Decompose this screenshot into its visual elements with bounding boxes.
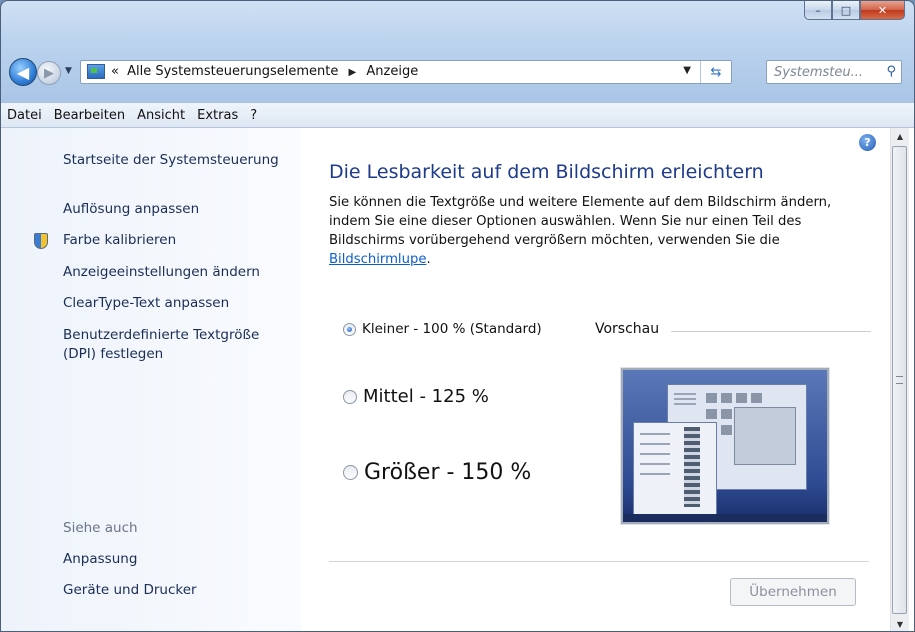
menu-view[interactable]: Ansicht <box>131 108 191 123</box>
navigation-bar: ◀ ▶ ▼ « Alle Systemsteuerungselemente ▶ … <box>7 57 907 87</box>
search-input[interactable]: Systemsteu... <box>774 65 863 80</box>
scroll-thumb[interactable] <box>892 146 907 614</box>
refresh-icon: ⇆ <box>710 64 722 80</box>
vertical-scrollbar[interactable]: ▲ ▼ <box>890 128 909 631</box>
description-end: . <box>426 252 431 267</box>
radio-smaller[interactable] <box>343 322 356 336</box>
page-description: Sie können die Textgröße und weitere Ele… <box>329 193 874 269</box>
task-pane: Startseite der Systemsteuerung Auflösung… <box>1 128 301 631</box>
sidebar-link-calibrate-color[interactable]: Farbe kalibrieren <box>63 232 176 248</box>
radio-larger[interactable] <box>343 465 358 480</box>
menu-help[interactable]: ? <box>244 108 263 123</box>
sidebar-link-custom-dpi[interactable]: Benutzerdefinierte Textgröße <box>63 327 259 343</box>
breadcrumb-item-display[interactable]: Anzeige <box>366 64 418 79</box>
sidebar-link-custom-dpi-line2[interactable]: (DPI) festlegen <box>63 346 163 362</box>
content-area: Startseite der Systemsteuerung Auflösung… <box>1 128 914 631</box>
option-larger[interactable]: Größer - 150 % <box>343 460 531 485</box>
arrow-left-icon: ◀ <box>16 62 30 82</box>
menu-bar: Datei Bearbeiten Ansicht Extras ? <box>1 103 914 128</box>
menu-extras[interactable]: Extras <box>191 108 244 123</box>
option-medium[interactable]: Mittel - 125 % <box>343 386 489 407</box>
option-smaller[interactable]: Kleiner - 100 % (Standard) <box>343 321 542 337</box>
forward-button[interactable]: ▶ <box>37 61 61 85</box>
menu-edit[interactable]: Bearbeiten <box>48 108 131 123</box>
option-smaller-label[interactable]: Kleiner - 100 % (Standard) <box>362 321 542 337</box>
magnifier-link[interactable]: Bildschirmlupe <box>329 252 426 267</box>
sidebar-link-personalization[interactable]: Anpassung <box>63 551 137 567</box>
back-button[interactable]: ◀ <box>9 58 37 86</box>
scroll-down-icon[interactable]: ▼ <box>891 616 909 631</box>
page-title: Die Lesbarkeit auf dem Bildschirm erleic… <box>329 161 764 183</box>
footer-divider <box>329 561 869 562</box>
breadcrumb-item-all-items[interactable]: Alle Systemsteuerungselemente <box>127 64 338 79</box>
main-panel: Die Lesbarkeit auf dem Bildschirm erleic… <box>301 128 891 631</box>
caption-buttons: – □ ✕ <box>804 1 905 21</box>
apply-button[interactable]: Übernehmen <box>730 578 856 606</box>
control-panel-icon <box>87 64 105 79</box>
search-box[interactable]: Systemsteu... ⚲ <box>766 60 902 84</box>
recent-pages-dropdown-icon[interactable]: ▼ <box>65 66 72 76</box>
see-also-heading: Siehe auch <box>63 520 138 536</box>
description-text: Sie können die Textgröße und weitere Ele… <box>329 195 832 248</box>
menu-file[interactable]: Datei <box>1 108 48 123</box>
help-icon[interactable]: ? <box>859 134 876 151</box>
maximize-button[interactable]: □ <box>832 1 860 20</box>
grip-icon <box>896 376 903 384</box>
address-bar[interactable]: « Alle Systemsteuerungselemente ▶ Anzeig… <box>80 60 732 84</box>
sidebar-link-change-display-settings[interactable]: Anzeigeeinstellungen ändern <box>63 264 260 280</box>
sidebar-link-adjust-resolution[interactable]: Auflösung anpassen <box>63 201 199 217</box>
sidebar-link-control-panel-home[interactable]: Startseite der Systemsteuerung <box>63 152 279 168</box>
search-icon[interactable]: ⚲ <box>886 64 896 79</box>
option-medium-label[interactable]: Mittel - 125 % <box>363 386 489 407</box>
scroll-up-icon[interactable]: ▲ <box>891 128 909 145</box>
control-panel-window: – □ ✕ ◀ ▶ ▼ « Alle Systemsteuerungseleme… <box>0 0 915 632</box>
sidebar-link-devices-printers[interactable]: Geräte und Drucker <box>63 582 197 598</box>
preview-taskbar <box>623 514 827 522</box>
arrow-right-icon: ▶ <box>44 65 54 81</box>
preview-image <box>621 368 829 524</box>
close-button[interactable]: ✕ <box>860 1 905 20</box>
preview-window-front <box>633 422 717 516</box>
uac-shield-icon <box>34 233 48 249</box>
address-dropdown-icon[interactable]: ▼ <box>683 65 691 76</box>
sidebar-link-adjust-cleartype[interactable]: ClearType-Text anpassen <box>63 295 229 311</box>
radio-medium[interactable] <box>343 389 357 404</box>
preview-divider <box>671 331 871 332</box>
minimize-button[interactable]: – <box>804 1 832 20</box>
preview-label: Vorschau <box>595 321 660 337</box>
chevron-right-icon[interactable]: ▶ <box>349 67 357 78</box>
refresh-button[interactable]: ⇆ <box>700 61 731 83</box>
breadcrumb: « Alle Systemsteuerungselemente ▶ Anzeig… <box>111 64 418 79</box>
breadcrumb-prefix[interactable]: « <box>111 64 119 79</box>
option-larger-label[interactable]: Größer - 150 % <box>364 460 531 485</box>
